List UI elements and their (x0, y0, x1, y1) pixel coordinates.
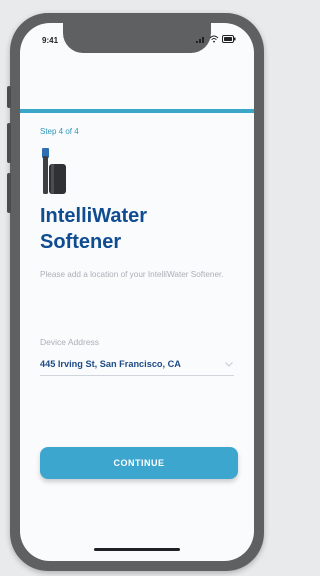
page-title: IntelliWater Softener (40, 203, 147, 255)
phone-frame: 9:41 Step 4 of 4 IntelliWater Softener P… (7, 13, 264, 571)
chevron-down-icon (225, 362, 233, 367)
water-softener-icon (42, 148, 66, 194)
device-address-select[interactable]: 445 Irving St, San Francisco, CA (40, 353, 234, 376)
volume-up-button (7, 123, 11, 163)
header-accent-bar (20, 109, 254, 113)
title-line-1: IntelliWater (40, 205, 148, 227)
signal-icon (196, 37, 204, 43)
continue-button[interactable]: CONTINUE (40, 447, 238, 479)
title-line-2: Softener (40, 231, 122, 253)
home-indicator[interactable] (94, 548, 180, 551)
battery-icon (222, 35, 236, 43)
wifi-icon (209, 35, 219, 43)
device-address-label: Device Address (40, 337, 100, 347)
notch (63, 23, 211, 53)
mute-switch (7, 86, 11, 108)
instruction-text: Please add a location of your IntelliWat… (40, 270, 224, 279)
app-screen: 9:41 Step 4 of 4 IntelliWater Softener P… (20, 23, 254, 561)
device-address-value: 445 Irving St, San Francisco, CA (40, 359, 181, 369)
step-indicator: Step 4 of 4 (40, 127, 79, 136)
status-time: 9:41 (42, 36, 59, 45)
volume-down-button (7, 173, 11, 213)
status-icons (196, 35, 236, 43)
